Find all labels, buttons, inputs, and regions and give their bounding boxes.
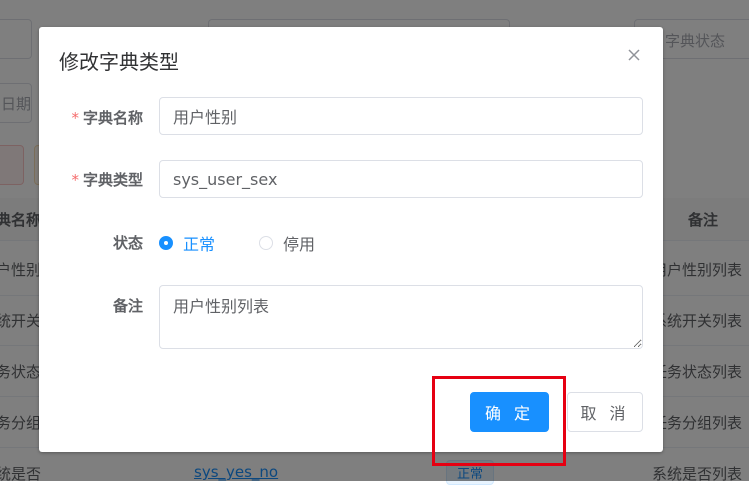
dict-name-input[interactable] [159,97,643,135]
status-option-label: 停用 [283,235,316,254]
close-icon[interactable] [625,46,643,64]
edit-dict-type-dialog: 修改字典类型 *字典名称 *字典类型 状态 正常 停用 备注 用户性别列表 确 … [39,27,663,452]
dict-type-input[interactable] [159,160,643,198]
status-radio-normal[interactable]: 正常 [159,231,215,255]
radio-unchecked-icon [259,236,273,250]
dialog-title: 修改字典类型 [59,50,179,74]
highlight-box [432,376,566,466]
cancel-button[interactable]: 取 消 [567,392,643,432]
required-mark: * [71,171,79,189]
status-label: 状态 [112,234,143,252]
radio-checked-icon [159,236,173,250]
remark-label: 备注 [112,297,143,315]
status-option-label: 正常 [183,235,216,254]
status-radio-disabled[interactable]: 停用 [259,231,315,255]
required-mark: * [71,109,79,127]
dict-name-label: * 字典名称 [71,109,143,127]
dict-type-label: * 字典类型 [71,171,143,189]
remark-textarea[interactable]: 用户性别列表 [159,285,643,349]
